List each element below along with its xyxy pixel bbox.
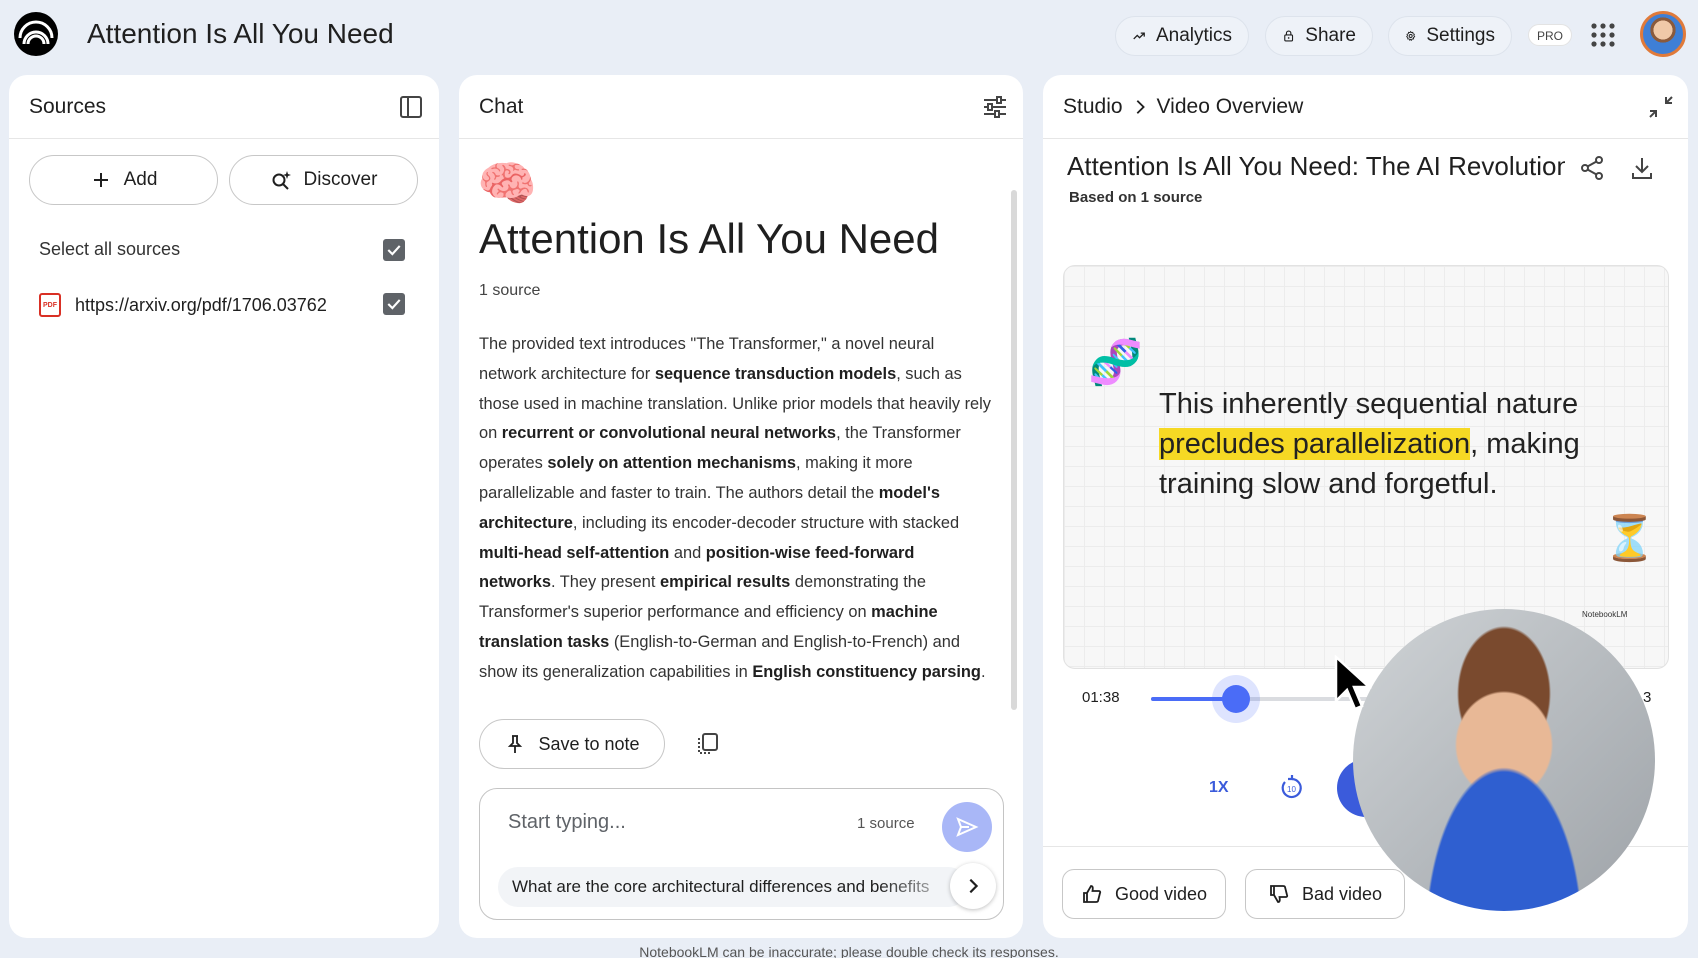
search-sparkle-icon: [272, 171, 291, 190]
slide-highlight: precludes parallelization: [1159, 428, 1471, 460]
chat-source-count: 1 source: [479, 282, 541, 299]
notebook-summary: The provided text introduces "The Transf…: [479, 335, 992, 681]
video-player[interactable]: 🧬 This inherently sequential nature prec…: [1063, 265, 1669, 669]
discover-label: Discover: [303, 169, 378, 190]
discover-button[interactable]: Discover: [229, 155, 418, 205]
good-video-button[interactable]: Good video: [1062, 869, 1226, 919]
settings-button[interactable]: Settings: [1388, 16, 1512, 56]
chat-panel: Chat 🧠 Attention Is All You Need 1 sourc…: [459, 75, 1023, 938]
brain-emoji-icon: 🧠: [477, 158, 537, 211]
chevron-right-icon: [1136, 99, 1145, 114]
bad-video-label: Bad video: [1301, 883, 1383, 904]
save-to-note-label: Save to note: [538, 733, 640, 754]
trending-up-icon: [1133, 32, 1145, 40]
bad-video-button[interactable]: Bad video: [1245, 869, 1405, 919]
user-avatar[interactable]: [1640, 11, 1686, 57]
notebooklm-logo-icon[interactable]: [14, 12, 58, 56]
send-button[interactable]: [942, 802, 992, 852]
breadcrumb: Studio Video Overview: [1063, 95, 1303, 119]
chat-scrollbar[interactable]: [1011, 190, 1017, 710]
video-title: Attention Is All You Need: The AI Revolu…: [1067, 151, 1565, 181]
sources-header: Sources: [9, 75, 439, 139]
select-all-label: Select all sources: [39, 239, 181, 259]
select-all-checkbox[interactable]: [383, 239, 405, 261]
chat-composer[interactable]: Start typing... 1 source What are the co…: [479, 788, 1004, 920]
download-icon[interactable]: [1629, 155, 1655, 181]
replay-10-icon[interactable]: 10: [1278, 774, 1306, 802]
copy-icon[interactable]: [695, 731, 721, 757]
progress-handle[interactable]: [1221, 685, 1250, 713]
send-icon: [956, 817, 979, 837]
playback-speed-button[interactable]: 1X: [1209, 779, 1229, 797]
chat-title-label: Chat: [479, 94, 524, 118]
composer-source-count: 1 source: [857, 815, 915, 832]
studio-header: Studio Video Overview: [1043, 75, 1688, 139]
chat-header: Chat: [459, 75, 1023, 139]
video-slide-text: This inherently sequential nature preclu…: [1159, 384, 1599, 504]
collapse-icon[interactable]: [1646, 93, 1674, 121]
sources-panel: Sources Add Discover Select all sources …: [9, 75, 439, 938]
based-on-label: Based on 1 source: [1069, 189, 1203, 206]
source-item-label: https://arxiv.org/pdf/1706.03762: [75, 294, 327, 315]
check-icon: [387, 299, 401, 310]
settings-label: Settings: [1426, 25, 1495, 46]
collapse-panel-icon[interactable]: [397, 93, 425, 121]
check-icon: [387, 245, 401, 256]
analytics-button[interactable]: Analytics: [1115, 16, 1249, 56]
suggested-question[interactable]: What are the core architectural differen…: [498, 867, 968, 907]
pdf-icon: PDF: [39, 293, 61, 317]
top-bar: Attention Is All You Need Analytics Shar…: [0, 0, 1698, 70]
good-video-label: Good video: [1114, 883, 1208, 904]
pin-icon: [508, 735, 523, 753]
chevron-right-icon: [969, 878, 979, 894]
notebook-title[interactable]: Attention Is All You Need: [87, 18, 394, 50]
lock-icon: [1284, 30, 1294, 42]
add-source-button[interactable]: Add: [29, 155, 218, 205]
mouse-cursor-icon: [1334, 655, 1373, 711]
thumbs-down-icon: [1270, 885, 1289, 903]
dna-icon: 🧬: [1088, 338, 1143, 387]
share-button[interactable]: Share: [1265, 16, 1373, 56]
gear-icon: [1406, 30, 1416, 41]
notebooklm-watermark: NotebookLM: [1582, 610, 1628, 619]
add-label: Add: [123, 169, 158, 190]
chat-input[interactable]: Start typing...: [508, 811, 626, 834]
disclaimer: NotebookLM can be inaccurate; please dou…: [639, 944, 1059, 958]
source-checkbox[interactable]: [383, 293, 405, 315]
pro-badge: PRO: [1528, 24, 1573, 46]
slide-text-part-1: This inherently sequential nature: [1159, 388, 1579, 420]
chat-notebook-title: Attention Is All You Need: [479, 215, 940, 262]
thumbs-up-icon: [1083, 885, 1102, 903]
plus-icon: [93, 173, 108, 187]
source-item[interactable]: PDF https://arxiv.org/pdf/1706.03762: [39, 293, 327, 317]
hourglass-icon: ⏳: [1602, 514, 1657, 563]
next-suggestion-button[interactable]: [950, 863, 996, 909]
share-label: Share: [1305, 25, 1356, 46]
apps-grid-icon[interactable]: [1590, 22, 1616, 48]
share-icon[interactable]: [1579, 155, 1605, 181]
tune-icon[interactable]: [981, 93, 1009, 121]
svg-text:10: 10: [1287, 785, 1296, 794]
current-time: 01:38: [1082, 689, 1120, 706]
webcam-overlay: [1353, 609, 1655, 911]
breadcrumb-studio[interactable]: Studio: [1063, 95, 1123, 119]
sources-title: Sources: [29, 94, 107, 118]
analytics-label: Analytics: [1155, 25, 1232, 46]
save-to-note-button[interactable]: Save to note: [479, 719, 665, 769]
breadcrumb-video-overview: Video Overview: [1156, 94, 1304, 118]
